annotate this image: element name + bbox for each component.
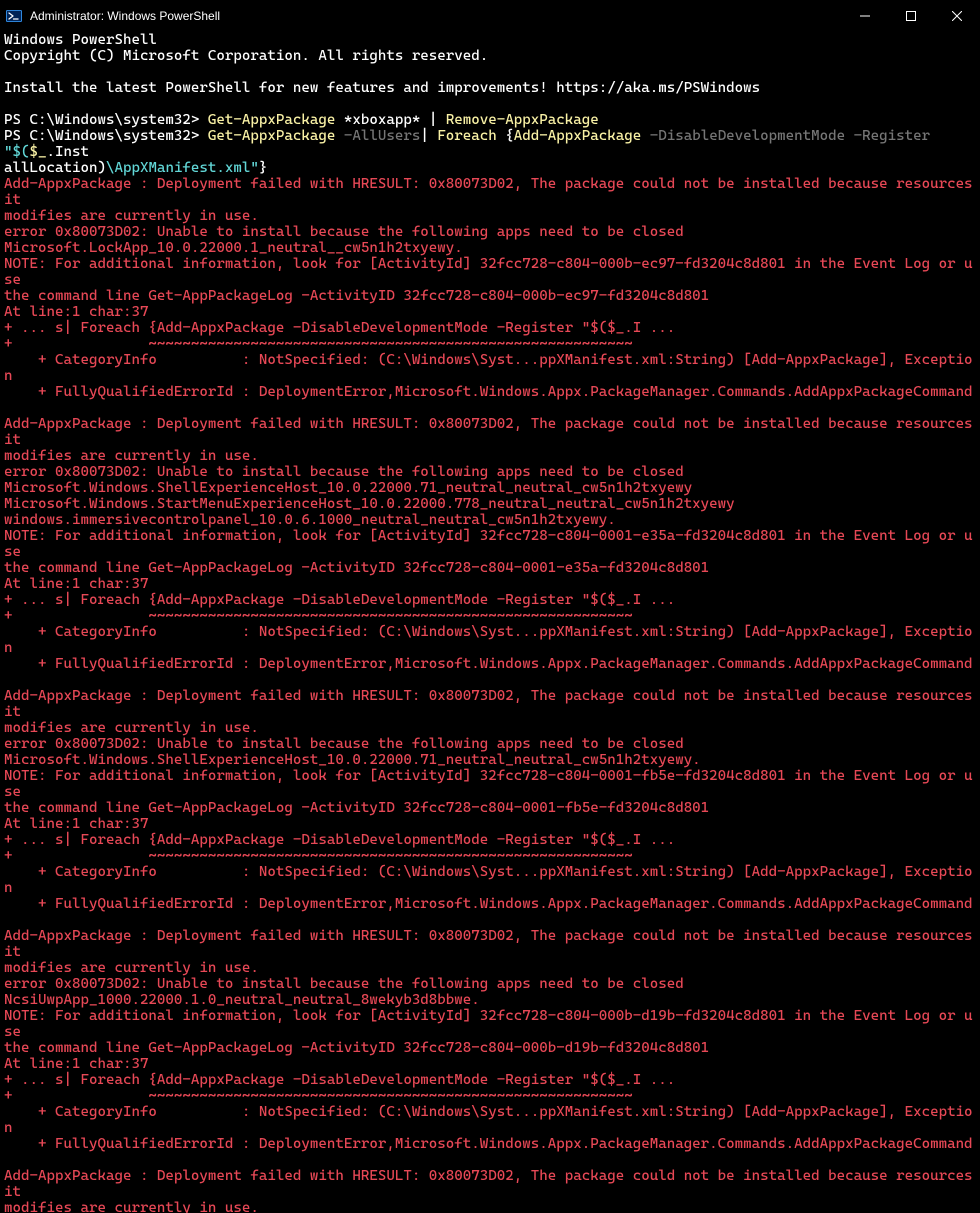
error-line: the command line Get-AppPackageLog -Acti… (4, 560, 709, 576)
error-line: modifies are currently in use. (4, 960, 259, 976)
error-line: modifies are currently in use. (4, 208, 259, 224)
error-line: + ~~~~~~~~~~~~~~~~~~~~~~~~~~~~~~~~~~~~~~… (4, 848, 633, 864)
error-line: + ~~~~~~~~~~~~~~~~~~~~~~~~~~~~~~~~~~~~~~… (4, 608, 633, 624)
error-line: + ... s| Foreach {Add-AppxPackage -Disab… (4, 832, 675, 848)
error-line: Add-AppxPackage : Deployment failed with… (4, 1168, 980, 1200)
error-line: windows.immersivecontrolpanel_10.0.6.100… (4, 512, 616, 528)
error-line: Add-AppxPackage : Deployment failed with… (4, 928, 980, 960)
error-line: NcsiUwpApp_1000.22000.1.0_neutral_neutra… (4, 992, 480, 1008)
title-left: Administrator: Windows PowerShell (0, 8, 220, 24)
error-line: the command line Get-AppPackageLog -Acti… (4, 1040, 709, 1056)
output-line: Windows PowerShell (4, 32, 157, 48)
window-title: Administrator: Windows PowerShell (30, 9, 220, 23)
error-line: NOTE: For additional information, look f… (4, 528, 973, 560)
error-line: Microsoft.LockApp_10.0.22000.1_neutral__… (4, 240, 463, 256)
error-line: modifies are currently in use. (4, 448, 259, 464)
error-line: + ... s| Foreach {Add-AppxPackage -Disab… (4, 592, 675, 608)
error-line: + CategoryInfo : NotSpecified: (C:\Windo… (4, 1104, 973, 1136)
error-line: At line:1 char:37 (4, 1056, 148, 1072)
terminal-output[interactable]: Windows PowerShell Copyright (C) Microso… (0, 32, 980, 1213)
error-line: At line:1 char:37 (4, 576, 148, 592)
error-line: + FullyQualifiedErrorId : DeploymentErro… (4, 656, 973, 672)
maximize-button[interactable] (888, 0, 934, 32)
error-line: the command line Get-AppPackageLog -Acti… (4, 288, 709, 304)
title-bar[interactable]: Administrator: Windows PowerShell (0, 0, 980, 32)
error-line: error 0x80073D02: Unable to install beca… (4, 464, 684, 480)
prompt-line: allLocation)\AppXManifest.xml"} (4, 160, 267, 176)
window-controls (842, 0, 980, 32)
error-line: At line:1 char:37 (4, 816, 148, 832)
error-line: + CategoryInfo : NotSpecified: (C:\Windo… (4, 624, 973, 656)
error-line: + FullyQualifiedErrorId : DeploymentErro… (4, 1136, 973, 1152)
error-line: error 0x80073D02: Unable to install beca… (4, 976, 684, 992)
error-line: At line:1 char:37 (4, 304, 148, 320)
powershell-icon (6, 8, 22, 24)
error-line: + FullyQualifiedErrorId : DeploymentErro… (4, 896, 973, 912)
error-line: Add-AppxPackage : Deployment failed with… (4, 176, 980, 208)
error-line: NOTE: For additional information, look f… (4, 256, 973, 288)
error-line: NOTE: For additional information, look f… (4, 1008, 973, 1040)
error-line: + CategoryInfo : NotSpecified: (C:\Windo… (4, 864, 973, 896)
output-line: Copyright (C) Microsoft Corporation. All… (4, 48, 488, 64)
error-line: Microsoft.Windows.ShellExperienceHost_10… (4, 752, 701, 768)
error-line: error 0x80073D02: Unable to install beca… (4, 736, 684, 752)
minimize-button[interactable] (842, 0, 888, 32)
error-line: + ~~~~~~~~~~~~~~~~~~~~~~~~~~~~~~~~~~~~~~… (4, 336, 633, 352)
error-line: + ... s| Foreach {Add-AppxPackage -Disab… (4, 1072, 675, 1088)
error-line: Microsoft.Windows.StartMenuExperienceHos… (4, 496, 735, 512)
error-line: Microsoft.Windows.ShellExperienceHost_10… (4, 480, 692, 496)
error-line: Add-AppxPackage : Deployment failed with… (4, 416, 980, 448)
error-line: + FullyQualifiedErrorId : DeploymentErro… (4, 384, 973, 400)
output-line: Install the latest PowerShell for new fe… (4, 80, 760, 96)
error-line: + ~~~~~~~~~~~~~~~~~~~~~~~~~~~~~~~~~~~~~~… (4, 1088, 633, 1104)
error-line: + ... s| Foreach {Add-AppxPackage -Disab… (4, 320, 675, 336)
error-line: NOTE: For additional information, look f… (4, 768, 973, 800)
prompt-line: PS C:\Windows\system32> Get-AppxPackage … (4, 112, 599, 128)
error-line: modifies are currently in use. (4, 720, 259, 736)
error-line: the command line Get-AppPackageLog -Acti… (4, 800, 709, 816)
close-button[interactable] (934, 0, 980, 32)
error-line: + CategoryInfo : NotSpecified: (C:\Windo… (4, 352, 973, 384)
prompt-line: PS C:\Windows\system32> Get-AppxPackage … (4, 128, 939, 160)
error-line: modifies are currently in use. (4, 1200, 259, 1213)
error-line: error 0x80073D02: Unable to install beca… (4, 224, 684, 240)
error-line: Add-AppxPackage : Deployment failed with… (4, 688, 980, 720)
